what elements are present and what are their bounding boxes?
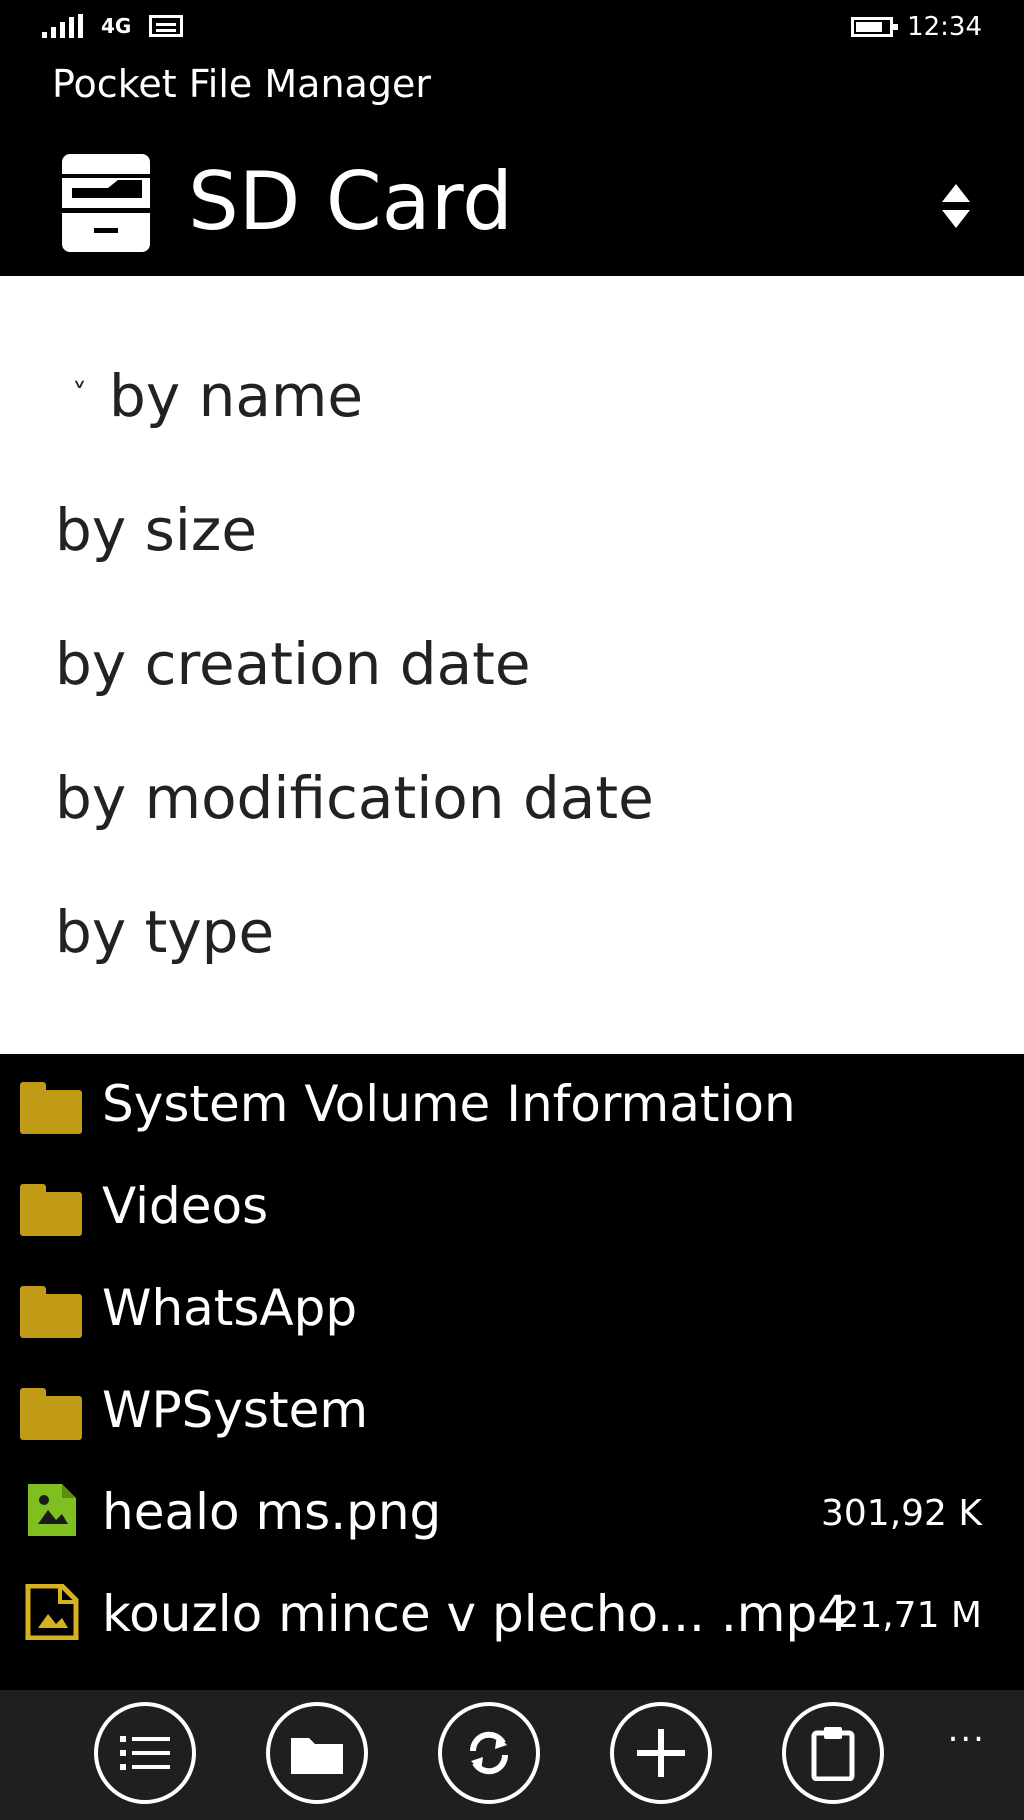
sort-option-by-type[interactable]: by type — [55, 894, 274, 970]
file-size: 301,92 K — [820, 1493, 982, 1534]
current-location: SD Card — [188, 155, 513, 248]
sort-option-by-creation-date[interactable]: by creation date — [55, 626, 531, 702]
file-size: 21,71 M — [836, 1595, 982, 1636]
status-bar: 4G 12:34 — [0, 0, 1024, 60]
message-icon — [149, 15, 184, 37]
file-row-folder[interactable]: Videos — [0, 1156, 1024, 1256]
file-row-folder[interactable]: System Volume Information — [0, 1054, 1024, 1154]
file-row-folder[interactable]: WhatsApp — [0, 1258, 1024, 1358]
file-name: kouzlo mince v plecho... .mp4 — [102, 1585, 849, 1643]
signal-strength-icon — [42, 14, 83, 38]
battery-icon — [851, 17, 899, 37]
file-name: WPSystem — [102, 1381, 369, 1439]
refresh-icon — [469, 1731, 509, 1775]
select-list-button[interactable] — [94, 1702, 196, 1804]
add-button[interactable] — [610, 1702, 712, 1804]
location-header: SD Card — [0, 130, 1024, 276]
clipboard-icon — [811, 1727, 855, 1781]
folder-icon — [20, 1286, 82, 1338]
list-icon — [120, 1736, 170, 1770]
sort-toggle-icon[interactable] — [936, 176, 976, 236]
sort-option-by-name[interactable]: ˅ by name — [72, 358, 363, 438]
open-folder-button[interactable] — [266, 1702, 368, 1804]
sort-options-panel: ˅ by name by size by creation date by mod… — [0, 276, 1024, 1054]
folder-icon — [291, 1738, 343, 1774]
file-row-image[interactable]: healo ms.png 301,92 K — [0, 1462, 1024, 1562]
video-file-icon — [25, 1584, 79, 1640]
refresh-button[interactable] — [438, 1702, 540, 1804]
image-file-icon — [28, 1484, 76, 1536]
selected-chevron-icon: ˅ — [72, 377, 87, 413]
file-list: System Volume Information Videos WhatsAp… — [0, 1054, 1024, 1690]
sort-option-label: by name — [109, 362, 364, 430]
sort-option-by-modification-date[interactable]: by modification date — [55, 760, 654, 836]
file-row-video[interactable]: kouzlo mince v plecho... .mp4 21,71 M — [0, 1564, 1024, 1664]
folder-icon — [20, 1082, 82, 1134]
sd-card-drive-icon — [62, 154, 150, 252]
folder-icon — [20, 1184, 82, 1236]
folder-icon — [20, 1388, 82, 1440]
plus-icon — [637, 1729, 685, 1777]
app-title: Pocket File Manager — [52, 62, 431, 106]
file-row-folder[interactable]: WPSystem — [0, 1360, 1024, 1460]
network-type: 4G — [101, 14, 132, 38]
paste-button[interactable] — [782, 1702, 884, 1804]
file-name: WhatsApp — [102, 1279, 358, 1337]
more-options-button[interactable]: ... — [948, 1710, 986, 1750]
file-name: Videos — [102, 1177, 269, 1235]
file-name: System Volume Information — [102, 1075, 796, 1133]
clock: 12:34 — [907, 12, 982, 42]
file-name: healo ms.png — [102, 1483, 442, 1541]
app-bar: ... — [0, 1690, 1024, 1820]
sort-option-by-size[interactable]: by size — [55, 492, 257, 568]
